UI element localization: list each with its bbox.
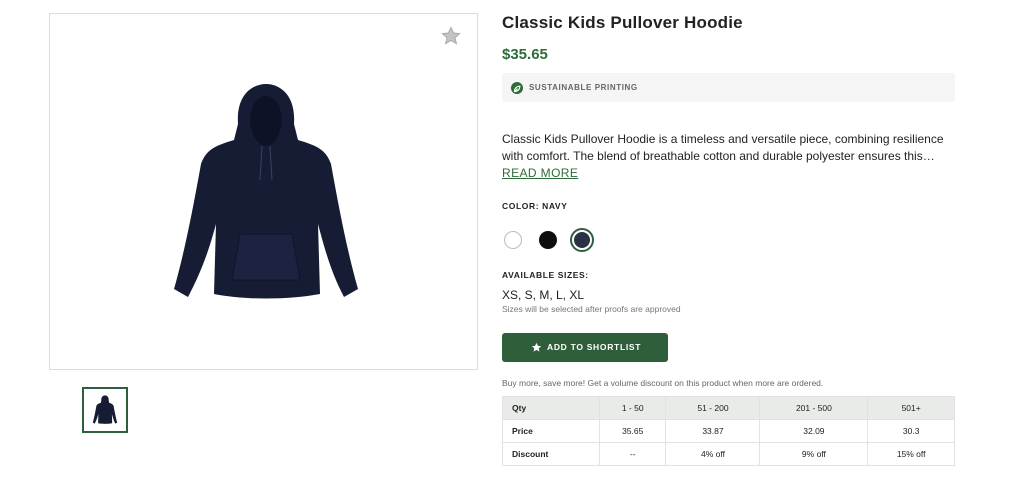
- product-description: Classic Kids Pullover Hoodie is a timele…: [502, 132, 944, 163]
- table-cell: 35.65: [598, 419, 667, 443]
- table-cell: 33.87: [665, 419, 761, 443]
- pricing-table: Qty 1 - 50 51 - 200 201 - 500 501+ Price…: [502, 396, 955, 466]
- color-swatch-white[interactable]: [504, 231, 522, 249]
- thumbnail-image[interactable]: [82, 387, 128, 433]
- navy-swatch-fill: [574, 232, 590, 248]
- hoodie-image: [174, 84, 358, 299]
- table-header-cell: 1 - 50: [598, 396, 667, 420]
- table-header-cell: 201 - 500: [759, 396, 869, 420]
- volume-discount-note: Buy more, save more! Get a volume discou…: [502, 378, 824, 388]
- table-cell: 30.3: [867, 419, 955, 443]
- badge-label: SUSTAINABLE PRINTING: [529, 83, 638, 92]
- color-label: COLOR: NAVY: [502, 201, 568, 211]
- read-more-link[interactable]: READ MORE: [502, 166, 578, 180]
- product-title: Classic Kids Pullover Hoodie: [502, 13, 743, 32]
- sustainable-badge: SUSTAINABLE PRINTING: [502, 73, 955, 102]
- product-image-gallery: [49, 13, 478, 370]
- table-header-cell: 501+: [867, 396, 955, 420]
- sizes-value: XS, S, M, L, XL: [502, 288, 585, 302]
- table-cell: Price: [502, 419, 600, 443]
- table-cell: 32.09: [759, 419, 869, 443]
- table-row: Price 35.65 33.87 32.09 30.3: [502, 419, 955, 443]
- table-header-cell: Qty: [502, 396, 600, 420]
- star-icon[interactable]: [441, 26, 461, 46]
- table-cell: --: [598, 442, 667, 466]
- table-cell: 15% off: [867, 442, 955, 466]
- add-to-shortlist-button[interactable]: ADD TO SHORTLIST: [502, 333, 668, 362]
- table-cell: 4% off: [665, 442, 761, 466]
- leaf-icon: [511, 82, 523, 94]
- table-header-row: Qty 1 - 50 51 - 200 201 - 500 501+: [502, 396, 955, 420]
- sizes-label: AVAILABLE SIZES:: [502, 270, 589, 280]
- color-swatch-navy[interactable]: [570, 228, 594, 252]
- table-cell: Discount: [502, 442, 600, 466]
- table-row: Discount -- 4% off 9% off 15% off: [502, 442, 955, 466]
- table-cell: 9% off: [759, 442, 869, 466]
- button-label: ADD TO SHORTLIST: [547, 342, 642, 352]
- sizes-note: Sizes will be selected after proofs are …: [502, 304, 681, 314]
- product-price: $35.65: [502, 46, 548, 63]
- color-swatch-black[interactable]: [539, 231, 557, 249]
- star-icon: [531, 342, 542, 352]
- table-header-cell: 51 - 200: [665, 396, 761, 420]
